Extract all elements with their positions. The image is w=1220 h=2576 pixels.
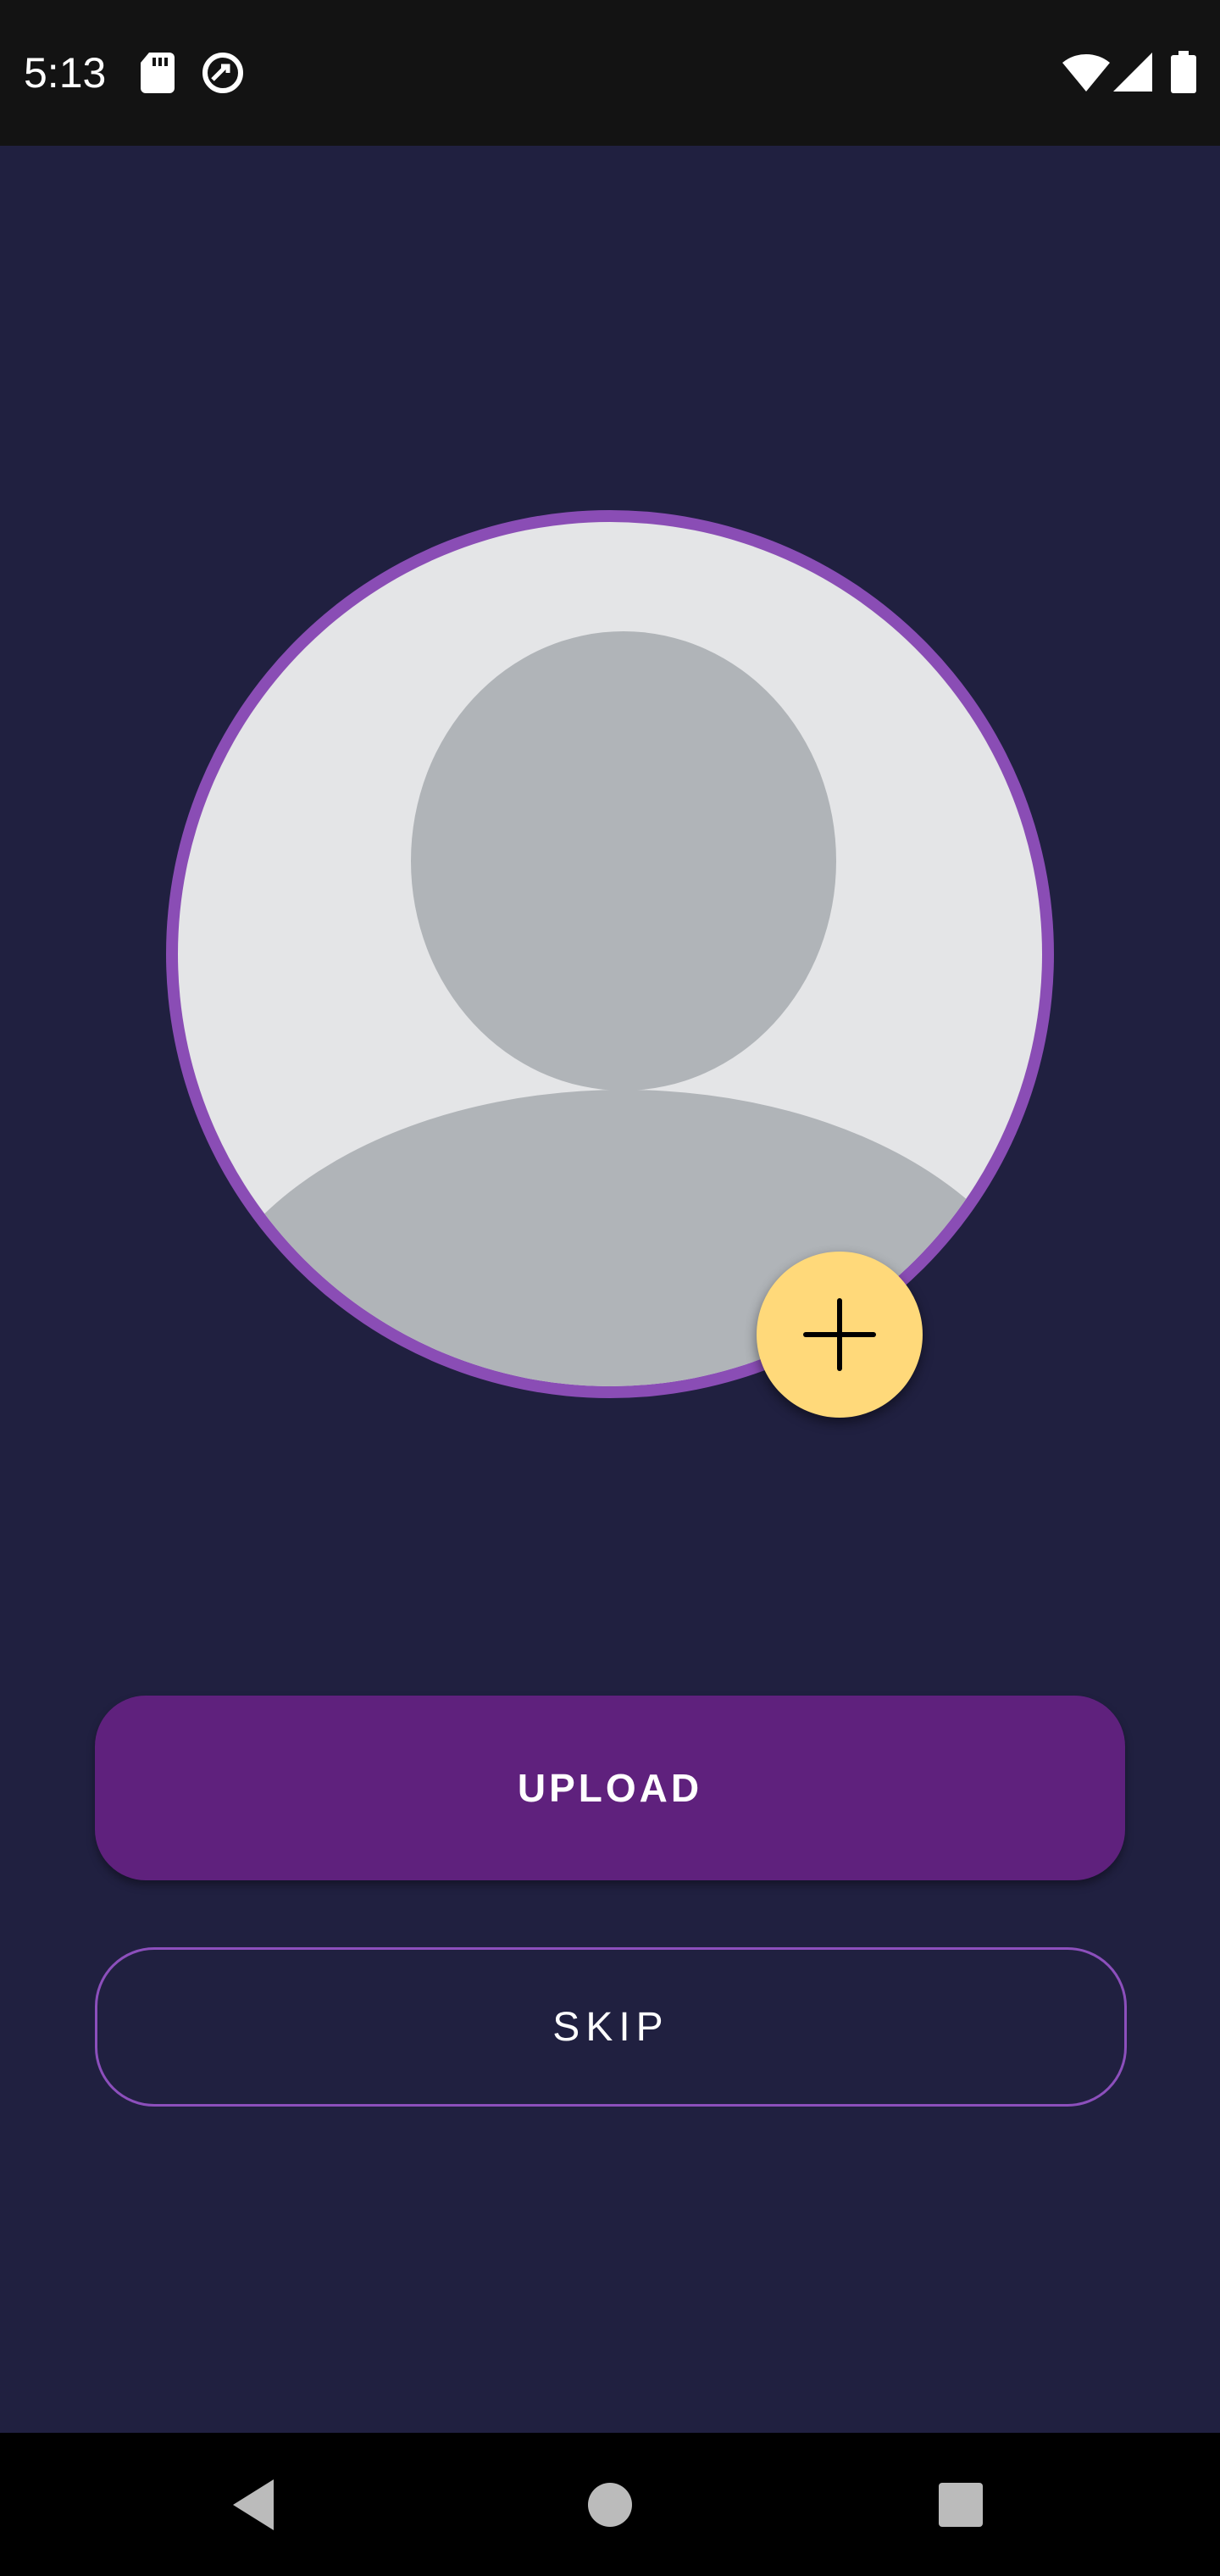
battery-icon: [1171, 51, 1196, 97]
person-placeholder-icon: [191, 631, 1042, 1386]
status-time: 5:13: [24, 49, 107, 97]
sd-card-icon: [141, 53, 175, 97]
avatar-placeholder: [178, 522, 1042, 1386]
nav-recents-button[interactable]: [920, 2464, 1001, 2545]
upload-button[interactable]: UPLOAD: [95, 1696, 1125, 1880]
back-icon: [233, 2479, 274, 2530]
data-saver-icon: [201, 51, 245, 99]
profile-photo-screen: 5:13 UPLOAD SKIP: [0, 0, 1220, 2576]
skip-button[interactable]: SKIP: [95, 1947, 1127, 2107]
recents-icon: [939, 2483, 983, 2527]
nav-home-button[interactable]: [569, 2464, 651, 2545]
add-photo-button[interactable]: [757, 1252, 923, 1418]
wifi-icon: [1062, 53, 1110, 96]
profile-avatar: [166, 510, 1054, 1398]
cell-signal-icon: [1113, 53, 1152, 96]
nav-back-button[interactable]: [214, 2464, 296, 2545]
home-icon: [588, 2483, 632, 2527]
status-bar: 5:13: [0, 0, 1220, 146]
plus-icon: [803, 1298, 876, 1371]
